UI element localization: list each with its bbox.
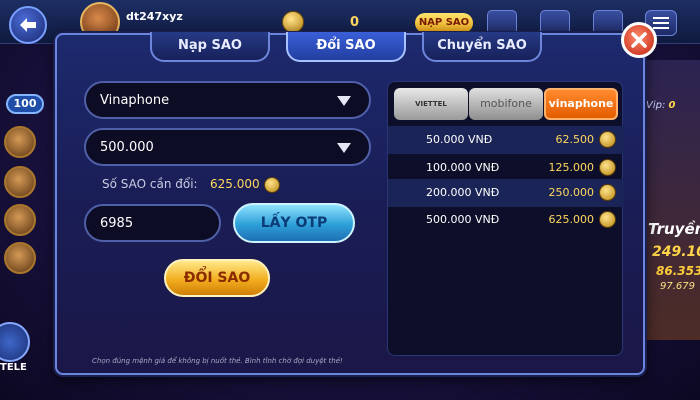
player-avatar[interactable] xyxy=(4,242,36,274)
tab-nap-sao[interactable]: Nạp SAO xyxy=(150,32,270,62)
star-coin-icon xyxy=(599,211,616,228)
rate-card-value: 50.000 VNĐ xyxy=(426,133,493,146)
vip-label: Vip: 0 xyxy=(646,100,676,111)
amount-select[interactable]: 500.000 xyxy=(84,128,371,166)
chevron-down-icon xyxy=(337,96,351,106)
star-coin-icon xyxy=(599,131,616,148)
need-sao-label: Số SAO cần đổi: xyxy=(102,177,198,191)
star-coin-icon xyxy=(282,11,304,33)
vip-text: Vip: xyxy=(646,100,666,111)
jackpot-value-3: 97.679 xyxy=(660,281,695,292)
star-coin-icon xyxy=(264,177,280,193)
rate-card-value: 100.000 VNĐ xyxy=(426,161,500,174)
note-text: Chọn đúng mệnh giá để không bị nuốt thẻ.… xyxy=(92,357,343,365)
menu-line xyxy=(653,17,669,19)
otp-input[interactable] xyxy=(84,204,221,242)
player-avatar[interactable] xyxy=(4,126,36,158)
star-coin-icon xyxy=(599,184,616,201)
need-sao-value: 625.000 xyxy=(210,177,260,191)
menu-line xyxy=(653,27,669,29)
rate-star-value: 62.500 xyxy=(555,133,595,146)
chevron-down-icon xyxy=(337,143,351,153)
balance: 0 xyxy=(350,15,360,30)
get-otp-button[interactable]: LẤY OTP xyxy=(233,203,355,243)
rate-card-value: 200.000 VNĐ xyxy=(426,186,500,199)
tab-chuyen-sao[interactable]: Chuyển SAO xyxy=(422,32,542,62)
rate-row: 200.000 VNĐ 250.000 xyxy=(388,179,624,207)
rate-star-value: 125.000 xyxy=(548,161,595,174)
doi-sao-button[interactable]: ĐỔI SAO xyxy=(164,259,270,297)
player-avatar[interactable] xyxy=(4,166,36,198)
jackpot-value-1: 249.100 xyxy=(652,244,700,260)
back-arrow-icon xyxy=(20,18,36,32)
jackpot-title: Truyền xyxy=(648,220,700,238)
player-avatar[interactable] xyxy=(4,204,36,236)
rate-card-value: 500.000 VNĐ xyxy=(426,213,500,226)
carrier-select[interactable]: Vinaphone xyxy=(84,81,371,119)
side-badge[interactable]: 100 xyxy=(6,94,44,114)
rate-star-value: 625.000 xyxy=(548,213,595,226)
amount-select-value: 500.000 xyxy=(100,140,154,155)
top-napsao-button[interactable]: NẠP SAO xyxy=(415,13,473,33)
carrier-tab-mobifone[interactable]: mobifone xyxy=(469,88,543,120)
back-button[interactable] xyxy=(9,6,47,44)
rate-row: 50.000 VNĐ 62.500 xyxy=(388,126,624,154)
carrier-tab-vinaphone[interactable]: vinaphone xyxy=(544,88,618,120)
telegram-button[interactable] xyxy=(0,322,30,362)
rate-row: 100.000 VNĐ 125.000 xyxy=(388,154,624,182)
close-button[interactable] xyxy=(621,22,657,58)
jackpot-value-2: 86.353 xyxy=(656,264,700,278)
rates-panel: VIETTEL mobifone vinaphone 50.000 VNĐ 62… xyxy=(387,81,624,356)
tab-doi-sao[interactable]: Đổi SAO xyxy=(286,32,406,62)
rate-star-value: 250.000 xyxy=(548,186,595,199)
vip-value: 0 xyxy=(668,100,676,111)
carrier-select-value: Vinaphone xyxy=(100,93,170,108)
carrier-tab-viettel[interactable]: VIETTEL xyxy=(394,88,468,120)
telegram-label: TELE xyxy=(0,362,27,373)
close-icon xyxy=(631,32,647,48)
menu-line xyxy=(653,22,669,24)
star-coin-icon xyxy=(599,159,616,176)
rate-row: 500.000 VNĐ 625.000 xyxy=(388,206,624,234)
username: dt247xyz xyxy=(126,10,183,23)
